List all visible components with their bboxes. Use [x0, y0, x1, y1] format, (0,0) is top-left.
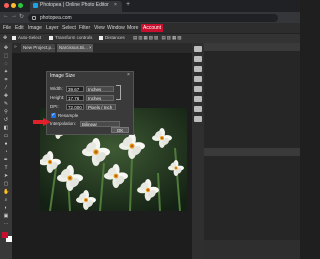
dpi-unit-select[interactable]: Pixels / Inch	[86, 103, 116, 110]
zoom-tool-icon[interactable]: ⌕	[3, 198, 9, 203]
tab-new-project[interactable]: New Project.p... ×	[21, 44, 55, 58]
width-unit-select[interactable]: Inches	[86, 85, 114, 92]
marquee-tool-icon[interactable]: ⬚	[3, 54, 9, 59]
lasso-tool-icon[interactable]: ◌	[3, 62, 9, 67]
dpi-label: DPI:	[50, 104, 59, 109]
transform-controls-checkbox[interactable]	[49, 35, 53, 40]
auto-select-label: Auto-Select	[18, 35, 42, 40]
paragraph-panel-icon[interactable]	[194, 106, 202, 112]
blur-tool-icon[interactable]: ●	[3, 142, 9, 147]
menu-more[interactable]: More	[127, 25, 138, 31]
foreground-color-swatch[interactable]	[2, 232, 8, 238]
distances-label: Distances	[105, 35, 125, 40]
photopea-favicon-icon	[33, 3, 38, 8]
menu-layer[interactable]: Layer	[46, 25, 59, 31]
collapse-icon[interactable]: »	[14, 44, 17, 50]
close-window-button[interactable]	[4, 3, 9, 8]
history-brush-icon[interactable]: ↺	[3, 118, 9, 123]
tab-narcissus[interactable]: Narcissus.Bi... ×	[57, 44, 93, 52]
eyedropper-icon[interactable]: ⁄	[3, 86, 9, 91]
gradient-icon[interactable]: ▭	[3, 134, 9, 139]
lock-icon	[32, 15, 36, 20]
menu-edit[interactable]: Edit	[15, 25, 24, 31]
reload-icon[interactable]: ↻	[19, 13, 24, 20]
dialog-close-icon[interactable]: ×	[127, 72, 130, 78]
new-tab-icon[interactable]: +	[126, 1, 130, 8]
constrain-link-icon[interactable]	[116, 85, 121, 100]
crop-tool-icon[interactable]: ⌗	[3, 78, 9, 83]
dodge-tool-icon[interactable]: ◔	[3, 150, 9, 155]
magic-wand-icon[interactable]: ✦	[3, 70, 9, 75]
layers-footer	[204, 240, 300, 259]
minimize-window-button[interactable]	[11, 3, 16, 8]
height-input[interactable]: 17.76	[66, 94, 84, 101]
menu-view[interactable]: View	[94, 25, 105, 31]
extra-tool-icon[interactable]: ⋯	[3, 222, 9, 227]
height-label: Height:	[50, 95, 65, 100]
back-icon[interactable]: ←	[3, 13, 9, 19]
css-panel-icon[interactable]	[194, 116, 202, 122]
transform-controls-label: Transform controls	[55, 35, 93, 40]
hand-tool-icon[interactable]: ✋	[3, 190, 9, 195]
interpolation-label: Interpolation:	[50, 121, 77, 126]
properties-panel-icon[interactable]	[194, 76, 202, 82]
maximize-window-button[interactable]	[18, 3, 23, 8]
distances-checkbox[interactable]	[99, 35, 103, 40]
panel-header-layers	[204, 148, 300, 156]
type-tool-icon[interactable]: T	[3, 166, 9, 171]
character-panel-icon[interactable]	[194, 96, 202, 102]
interpolation-select[interactable]: Bilinear	[80, 120, 120, 127]
menu-image[interactable]: Image	[28, 25, 42, 31]
brush-panel-icon[interactable]	[194, 86, 202, 92]
shape-tool-icon[interactable]: ▢	[3, 182, 9, 187]
width-input[interactable]: 39.67	[66, 85, 84, 92]
annotation-arrow-icon	[33, 113, 51, 126]
ok-button[interactable]: OK	[111, 127, 129, 133]
pen-tool-icon[interactable]: ✒	[3, 158, 9, 163]
resample-checkbox[interactable]: ✓	[51, 113, 56, 118]
width-label: Width:	[50, 86, 63, 91]
tab-close-icon[interactable]: ×	[114, 2, 117, 8]
dpi-input[interactable]: 72.000	[66, 103, 84, 110]
path-select-icon[interactable]: ➤	[3, 174, 9, 179]
resample-label: Resample	[58, 113, 79, 118]
panel-header-top	[204, 43, 300, 51]
eraser-icon[interactable]: ◧	[3, 126, 9, 131]
browser-tab-title: Photopea | Online Photo Editor	[40, 2, 109, 8]
quick-mask-icon[interactable]: ◐	[3, 206, 9, 211]
info-panel-icon[interactable]	[194, 66, 202, 72]
healing-brush-icon[interactable]: ✚	[3, 94, 9, 99]
move-tool-icon: ✥	[3, 35, 8, 41]
brush-tool-icon[interactable]: ✎	[3, 102, 9, 107]
menu-file[interactable]: File	[3, 25, 11, 31]
clone-stamp-icon[interactable]: ⚲	[3, 110, 9, 115]
swatches-panel-icon[interactable]	[194, 56, 202, 62]
menu-filter[interactable]: Filter	[79, 25, 90, 31]
history-panel-icon[interactable]	[194, 46, 202, 52]
auto-select-checkbox[interactable]	[12, 35, 16, 40]
forward-icon[interactable]: →	[11, 13, 17, 19]
move-tool-icon[interactable]: ✥	[3, 46, 9, 51]
account-label: Account	[143, 25, 162, 31]
align-icons[interactable]: ▤▥▦▧▨ ▤▥▦▧	[133, 35, 183, 41]
menu-window[interactable]: Window	[107, 25, 125, 31]
menu-select[interactable]: Select	[62, 25, 76, 31]
dialog-title: Image Size	[50, 72, 76, 79]
screen-mode-icon[interactable]: ▣	[3, 214, 9, 219]
url-text: photopea.com	[40, 14, 72, 21]
height-unit-select[interactable]: Inches	[86, 94, 114, 101]
